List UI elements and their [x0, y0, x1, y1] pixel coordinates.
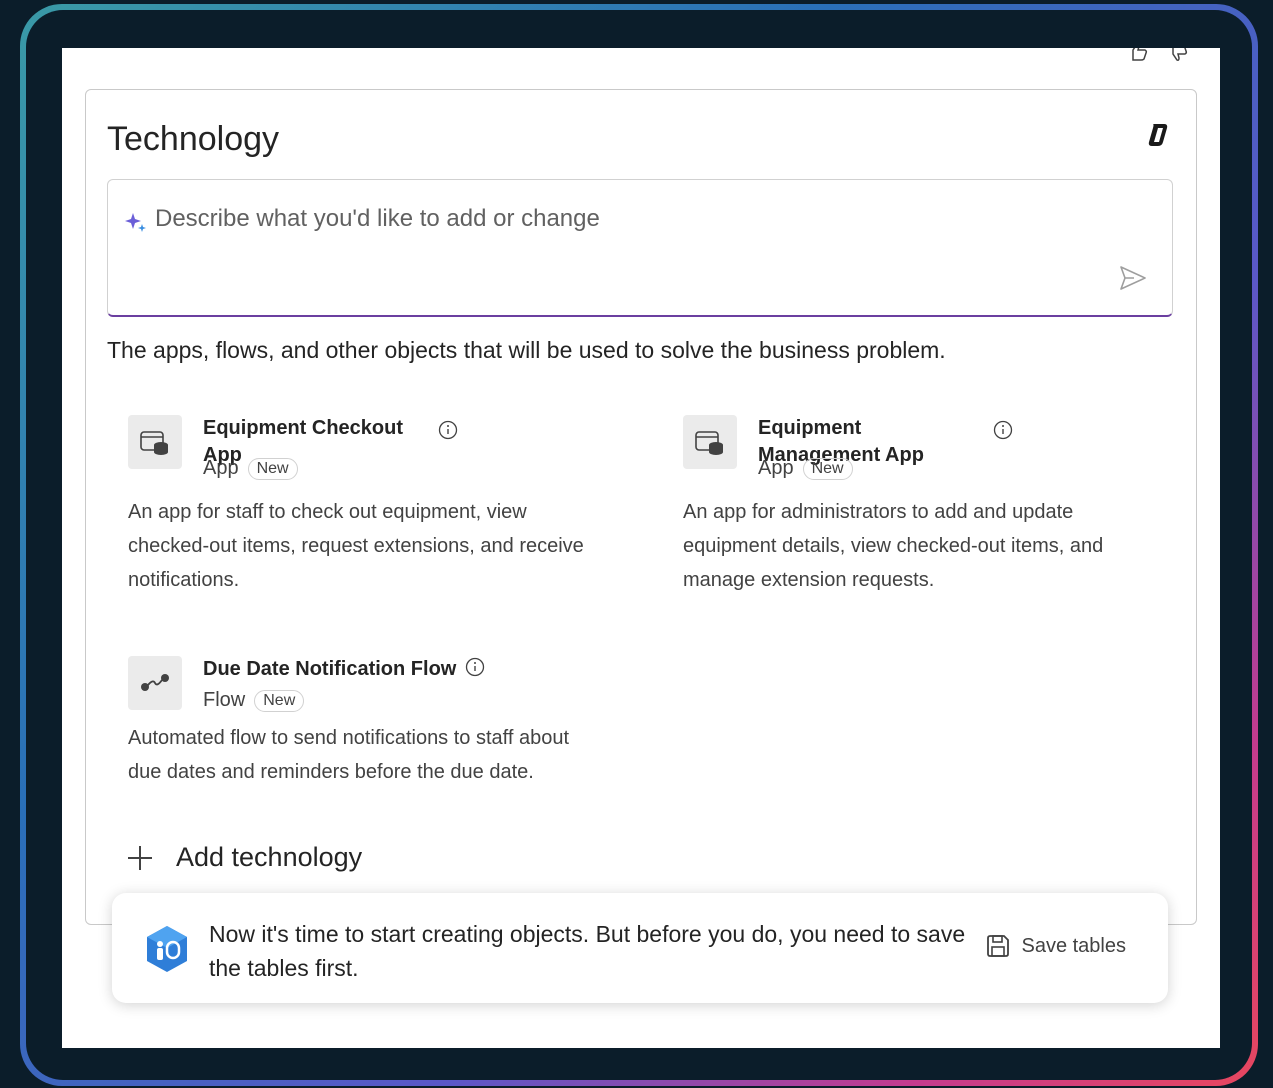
add-technology-button[interactable]: Add technology	[126, 842, 362, 873]
item-type: App	[203, 457, 239, 479]
prompt-placeholder: Describe what you'd like to add or chang…	[155, 205, 600, 232]
save-tables-button[interactable]: Save tables	[985, 933, 1126, 959]
item-type-row: App New	[758, 457, 853, 480]
item-description-line: manage extension requests.	[683, 569, 935, 591]
thumbs-up-icon[interactable]	[1128, 48, 1150, 62]
add-technology-label: Add technology	[176, 842, 363, 872]
new-badge: New	[254, 689, 305, 712]
notification-message: Now it's time to start creating objects.…	[209, 921, 966, 981]
item-title-line: Equipment Checkout	[203, 417, 404, 439]
technology-card: Technology Describe what you'd like to a…	[85, 89, 1197, 925]
new-badge: New	[802, 457, 853, 480]
save-tables-label: Save tables	[1021, 934, 1126, 957]
send-icon[interactable]	[1118, 263, 1148, 293]
section-description: The apps, flows, and other objects that …	[107, 337, 946, 363]
info-icon[interactable]	[465, 657, 485, 677]
item-title: Due Date Notification Flow	[203, 656, 456, 683]
item-description-line: Automated flow to send notifications to …	[128, 727, 570, 749]
item-type: Flow	[203, 689, 246, 711]
item-description-line: notifications.	[128, 569, 240, 591]
item-description-line: due dates and reminders before the due d…	[128, 761, 534, 783]
new-badge: New	[247, 457, 298, 480]
copilot-icon[interactable]	[1144, 120, 1174, 150]
thumbs-down-icon[interactable]	[1168, 48, 1190, 62]
item-description-line: checked-out items, request extensions, a…	[128, 535, 584, 557]
item-type-row: App New	[203, 457, 298, 480]
main-canvas: Technology Describe what you'd like to a…	[62, 48, 1220, 1048]
flow-icon	[128, 656, 182, 710]
item-type-row: Flow New	[203, 689, 305, 712]
save-icon	[985, 933, 1011, 959]
info-icon[interactable]	[438, 420, 458, 440]
app-icon	[128, 415, 182, 469]
dataverse-icon	[142, 924, 192, 974]
item-description-line: An app for administrators to add and upd…	[683, 501, 1074, 523]
item-title-line: Due Date Notification Flow	[203, 658, 457, 680]
item-description-line: An app for staff to check out equipment,…	[128, 501, 527, 523]
section-title: Technology	[107, 120, 280, 158]
item-description-line: equipment details, view checked-out item…	[683, 535, 1104, 557]
app-icon	[683, 415, 737, 469]
item-description: An app for administrators to add and upd…	[683, 495, 1103, 597]
prompt-input[interactable]: Describe what you'd like to add or chang…	[107, 179, 1173, 317]
sparkle-icon	[124, 210, 148, 234]
save-tables-notification: Now it's time to start creating objects.…	[112, 893, 1168, 1003]
item-title-line: Equipment	[758, 417, 862, 439]
item-type: App	[758, 457, 794, 479]
item-description: Automated flow to send notifications to …	[128, 721, 569, 789]
feedback-icons	[1128, 48, 1190, 62]
item-description: An app for staff to check out equipment,…	[128, 495, 584, 597]
plus-icon	[126, 844, 154, 872]
info-icon[interactable]	[993, 420, 1013, 440]
